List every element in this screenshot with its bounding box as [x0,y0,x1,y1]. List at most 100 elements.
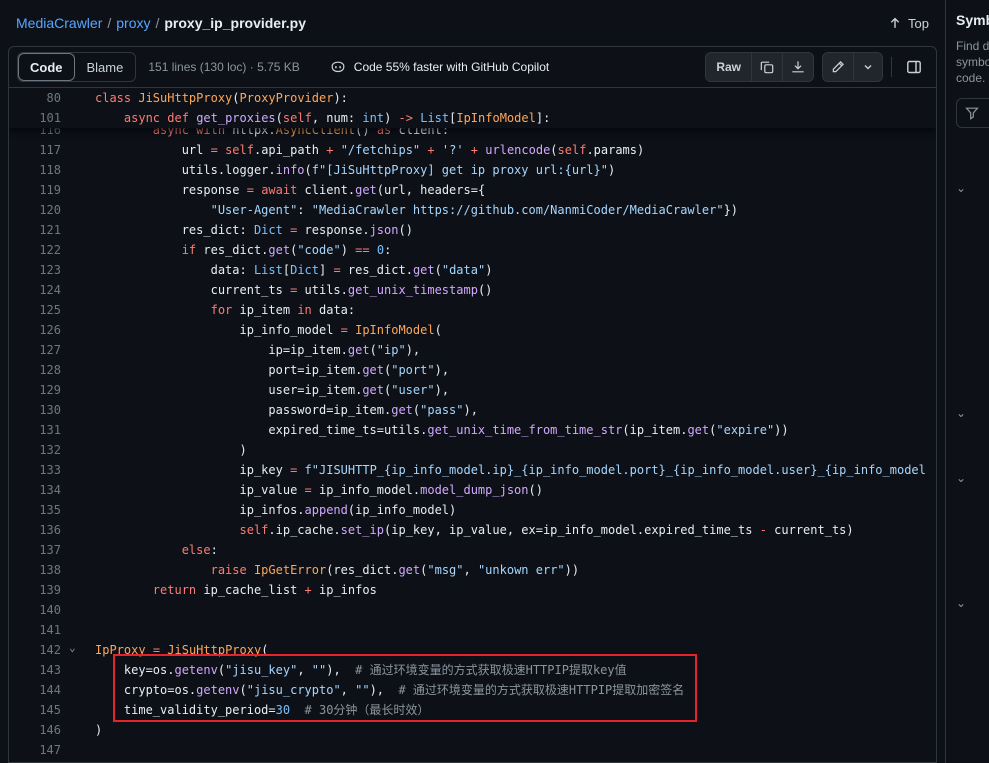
symbols-panel-icon [906,59,922,75]
sticky-context-lines: 80class JiSuHttpProxy(ProxyProvider):101… [9,88,936,128]
code-line: 126 ip_info_model = IpInfoModel( [9,320,936,340]
raw-button[interactable]: Raw [706,53,751,81]
line-number[interactable]: 138 [9,560,61,580]
code-line: 119 response = await client.get(url, hea… [9,180,936,200]
download-icon [791,60,805,74]
download-button[interactable] [782,53,813,81]
line-number[interactable]: 127 [9,340,61,360]
breadcrumb-bar: MediaCrawler / proxy / proxy_ip_provider… [0,0,945,46]
line-number[interactable]: 120 [9,200,61,220]
tab-blame[interactable]: Blame [75,53,136,81]
tab-code[interactable]: Code [18,53,75,81]
file-box: Code Blame 151 lines (130 loc) · 5.75 KB… [8,46,937,763]
code-line: 131 expired_time_ts=utils.get_unix_time_… [9,420,936,440]
line-number[interactable]: 147 [9,740,61,760]
line-number[interactable]: 101 [9,108,61,128]
line-number[interactable]: 142 [9,640,61,660]
symbols-panel-description: Find definitions and references for func… [956,38,989,86]
breadcrumb-file-name: proxy_ip_provider.py [164,15,306,31]
copilot-icon [330,59,346,75]
line-number[interactable]: 132 [9,440,61,460]
code-line-text: class JiSuHttpProxy(ProxyProvider): [95,88,348,108]
copilot-banner[interactable]: Code 55% faster with GitHub Copilot [330,59,549,75]
chevron-down-icon[interactable]: ⌄ [956,472,966,484]
main-column: MediaCrawler / proxy / proxy_ip_provider… [0,0,945,763]
code-line-text: expired_time_ts=utils.get_unix_time_from… [95,420,789,440]
code-line-text: ip_info_model = IpInfoModel( [95,320,442,340]
line-number[interactable]: 118 [9,160,61,180]
breadcrumb: MediaCrawler / proxy / proxy_ip_provider… [16,15,306,31]
line-number[interactable]: 133 [9,460,61,480]
line-number[interactable]: 126 [9,320,61,340]
code-line: 122 if res_dict.get("code") == 0: [9,240,936,260]
code-line: 138 raise IpGetError(res_dict.get("msg",… [9,560,936,580]
code-line-text: ip=ip_item.get("ip"), [95,340,420,360]
code-line-text: data: List[Dict] = res_dict.get("data") [95,260,492,280]
line-number[interactable]: 80 [9,88,61,108]
copy-button[interactable] [751,53,782,81]
arrow-up-icon [888,16,902,30]
line-number[interactable]: 140 [9,600,61,620]
line-number[interactable]: 119 [9,180,61,200]
code-line-text: crypto=os.getenv("jisu_crypto", ""), # 通… [95,680,684,700]
code-line: 125 for ip_item in data: [9,300,936,320]
code-line: 118 utils.logger.info(f"[JiSuHttpProxy] … [9,160,936,180]
line-number[interactable]: 125 [9,300,61,320]
line-number[interactable]: 139 [9,580,61,600]
file-info: 151 lines (130 loc) · 5.75 KB [148,60,299,74]
edit-dropdown-button[interactable] [853,53,882,81]
line-number[interactable]: 145 [9,700,61,720]
line-number[interactable]: 129 [9,380,61,400]
line-number[interactable]: 143 [9,660,61,680]
code-viewer: 116 async with httpx.AsyncClient() as cl… [9,88,936,763]
code-line-text: self.ip_cache.set_ip(ip_key, ip_value, e… [95,520,854,540]
code-line-text: url = self.api_path + "/fetchips" + '?' … [95,140,644,160]
edit-button-group [822,52,883,82]
line-number[interactable]: 144 [9,680,61,700]
collapse-chevron-icon[interactable]: ⌄ [69,638,76,658]
edit-button[interactable] [823,53,853,81]
code-line: 101 async def get_proxies(self, num: int… [9,108,936,128]
symbols-panel: Symbols Find definitions and references … [945,0,989,763]
line-number[interactable]: 124 [9,280,61,300]
breadcrumb-repo-link[interactable]: MediaCrawler [16,15,102,31]
line-number[interactable]: 135 [9,500,61,520]
code-line-text: else: [95,540,218,560]
code-line: 135 ip_infos.append(ip_info_model) [9,500,936,520]
code-line-text: password=ip_item.get("pass"), [95,400,478,420]
line-number[interactable]: 136 [9,520,61,540]
line-number[interactable]: 131 [9,420,61,440]
line-number[interactable]: 128 [9,360,61,380]
code-line-text: if res_dict.get("code") == 0: [95,240,391,260]
chevron-down-icon[interactable]: ⌄ [956,597,966,609]
code-line-text: current_ts = utils.get_unix_timestamp() [95,280,492,300]
code-line: 80 class JiSuHttpProxy(ProxyProvider): [9,88,936,108]
code-line: 127 ip=ip_item.get("ip"), [9,340,936,360]
chevron-down-icon[interactable]: ⌄ [956,182,966,194]
line-number[interactable]: 123 [9,260,61,280]
line-number[interactable]: 141 [9,620,61,640]
code-line: 141 [9,620,936,640]
line-number[interactable]: 134 [9,480,61,500]
code-line-text: ip_key = f"JISUHTTP_{ip_info_model.ip}_{… [95,460,926,480]
code-line: 139 return ip_cache_list + ip_infos [9,580,936,600]
code-line-text: ip_value = ip_info_model.model_dump_json… [95,480,543,500]
breadcrumb-folder-link[interactable]: proxy [116,15,150,31]
breadcrumb-separator: / [155,15,159,31]
line-number[interactable]: 117 [9,140,61,160]
line-number[interactable]: 121 [9,220,61,240]
code-line-text: utils.logger.info(f"[JiSuHttpProxy] get … [95,160,615,180]
symbols-panel-title: Symbols [956,12,989,28]
scroll-to-top-button[interactable]: Top [888,16,929,31]
code-line: 140 [9,600,936,620]
symbols-filter-input[interactable] [956,98,989,128]
line-number[interactable]: 122 [9,240,61,260]
symbols-panel-toggle[interactable] [900,53,928,81]
chevron-down-icon[interactable]: ⌄ [956,407,966,419]
code-line: 120 "User-Agent": "MediaCrawler https://… [9,200,936,220]
code-line: 128 port=ip_item.get("port"), [9,360,936,380]
line-number[interactable]: 130 [9,400,61,420]
chevron-down-icon [862,61,874,73]
line-number[interactable]: 146 [9,720,61,740]
line-number[interactable]: 137 [9,540,61,560]
